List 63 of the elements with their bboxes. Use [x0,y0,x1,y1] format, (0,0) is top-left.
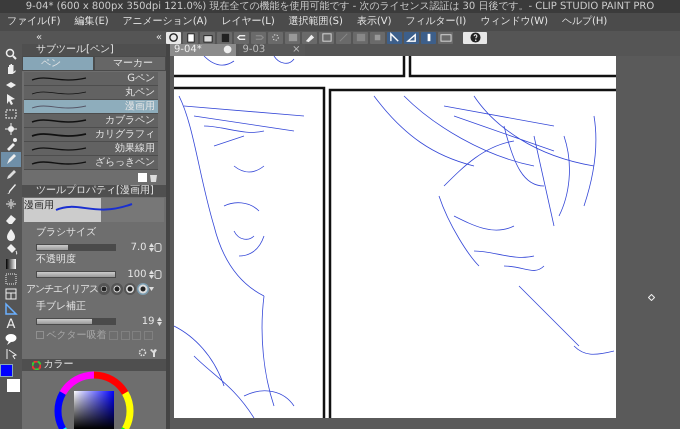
menu-item[interactable]: フィルター(I) [398,13,474,31]
sub-tool-item[interactable]: 丸ペン [24,86,158,100]
selection-icon[interactable] [268,32,283,44]
help-icon[interactable] [463,32,487,44]
sub-tool-item[interactable]: カリグラフィ [24,128,158,142]
snap-toggle-icon[interactable] [404,32,419,44]
pressure-icon[interactable] [154,270,162,279]
setting-label: 不透明度 [36,252,77,267]
settings-icon[interactable] [138,348,146,357]
menu-item[interactable]: 編集(E) [68,13,116,31]
antialias-option[interactable] [98,283,110,295]
antialias-option[interactable] [137,283,149,295]
text-tool[interactable]: A [1,316,21,332]
main-color-swatch[interactable] [0,364,13,377]
pen-icon[interactable] [1,152,21,166]
window-title: 9-04* (600 x 800px 350dpi 121.0%) 現在全ての機能を使用可能です - 次のライセンス認証は 30 日後です。- CLIP STUDIO PAINT PRO [26,1,654,12]
tab-label: 9-03 [242,44,266,56]
sub-tool-item[interactable]: カブラペン [24,114,158,128]
sub-tool-item[interactable]: Gペン [24,72,158,86]
dropdown-caret-icon[interactable] [149,287,154,291]
preview-label: 漫画用 [24,199,54,213]
panel-title: サブツール[ペン] [22,44,166,56]
app-logo-icon[interactable] [166,32,181,44]
sub-tool-item[interactable]: 効果線用 [24,142,158,156]
setting-label: アンチエイリアス [26,282,98,296]
menu-item[interactable]: アニメーション(A) [116,13,214,31]
setting-label: ブラシサイズ [36,226,97,240]
antialias-option[interactable] [111,283,123,295]
collapse-button[interactable]: « [36,30,42,45]
tab-close-button[interactable]: × [292,44,300,56]
new-page-icon[interactable] [138,173,146,182]
slider-track[interactable] [36,244,116,251]
tab-label: 9-04* [174,44,202,56]
setting-value: 100 [127,268,146,282]
menu-item[interactable]: ウィンドウ(W) [473,13,555,31]
color-wheel[interactable] [54,371,134,429]
menu-item[interactable]: ファイル(F) [0,13,68,31]
target-icon [648,294,655,301]
panel-title: ツールプロパティ[漫画用] [22,185,166,197]
undo-icon[interactable] [234,32,249,44]
collapse-button[interactable]: « [156,30,162,45]
snap-toggle-icon[interactable] [421,32,436,44]
spin-arrows-icon[interactable] [149,270,154,279]
grid-icon[interactable] [438,32,453,44]
setting-value: 19 [142,315,154,329]
menu-item[interactable]: レイヤー(L) [214,13,282,31]
tool-group-tab[interactable]: マーカー [94,56,166,71]
new-file-icon[interactable] [183,32,198,44]
menu-item[interactable]: 選択範囲(S) [282,13,350,31]
snap-toggle-icon[interactable] [387,32,402,44]
spin-arrows-icon[interactable] [149,243,154,252]
antialias-option[interactable] [124,283,136,295]
menu-item[interactable]: 表示(V) [350,13,399,31]
sub-color-swatch[interactable] [7,379,20,392]
setting-label: 手ブレ補正 [36,300,87,314]
menu-item[interactable]: ヘルプ(H) [555,13,614,31]
pressure-icon[interactable] [154,243,162,252]
spin-arrows-icon[interactable] [157,317,162,326]
setting-value: 7.0 [130,241,146,255]
trash-icon[interactable] [149,173,158,182]
color-wheel-icon[interactable] [32,360,41,370]
sub-tool-item[interactable]: ざらっきペン [24,156,158,170]
slider-track[interactable] [36,318,116,325]
